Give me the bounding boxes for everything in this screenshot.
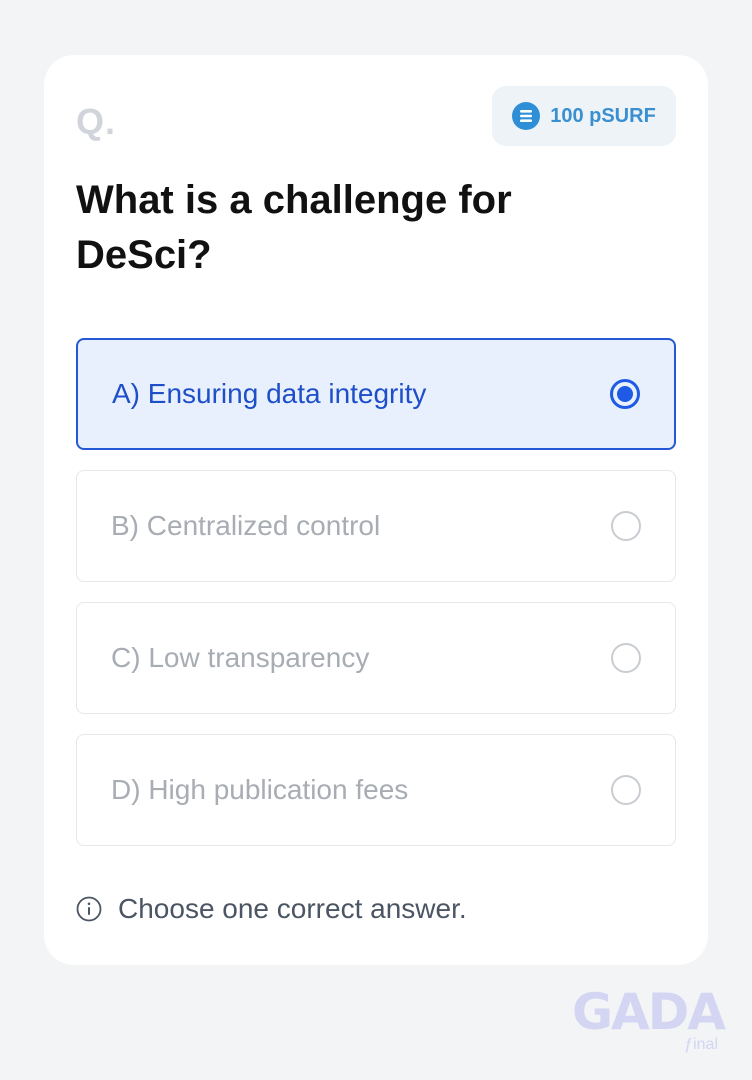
- option-c[interactable]: C) Low transparency: [76, 602, 676, 714]
- option-label: D) High publication fees: [111, 774, 409, 805]
- radio-unselected[interactable]: [611, 775, 641, 805]
- reward-amount: 100 pSURF: [550, 104, 656, 127]
- option-d[interactable]: D) High publication fees: [76, 734, 676, 846]
- radio-unselected[interactable]: [611, 511, 641, 541]
- option-a[interactable]: A) Ensuring data integrity: [76, 338, 676, 450]
- question-text: What is a challenge for DeSci?: [76, 178, 512, 277]
- option-label: C) Low transparency: [111, 642, 370, 673]
- coin-icon: [512, 102, 541, 130]
- quiz-card: Q. 100 pSURF What is a challenge for DeS…: [44, 55, 708, 965]
- radio-unselected[interactable]: [611, 643, 641, 673]
- watermark-sub: ƒinal: [684, 1036, 718, 1053]
- reward-badge: 100 pSURF: [492, 86, 676, 146]
- hint-text: Choose one correct answer.: [118, 893, 467, 924]
- watermark-text: GADA: [572, 983, 726, 1041]
- option-b[interactable]: B) Centralized control: [76, 470, 676, 582]
- hint: Choose one correct answer.: [76, 893, 467, 925]
- radio-selected[interactable]: [610, 379, 640, 409]
- question-label: Q.: [76, 101, 117, 142]
- info-icon: [76, 896, 102, 922]
- option-label: B) Centralized control: [111, 510, 381, 541]
- option-label: A) Ensuring data integrity: [112, 378, 427, 409]
- watermark-logo: GADA ƒinal: [572, 983, 726, 1054]
